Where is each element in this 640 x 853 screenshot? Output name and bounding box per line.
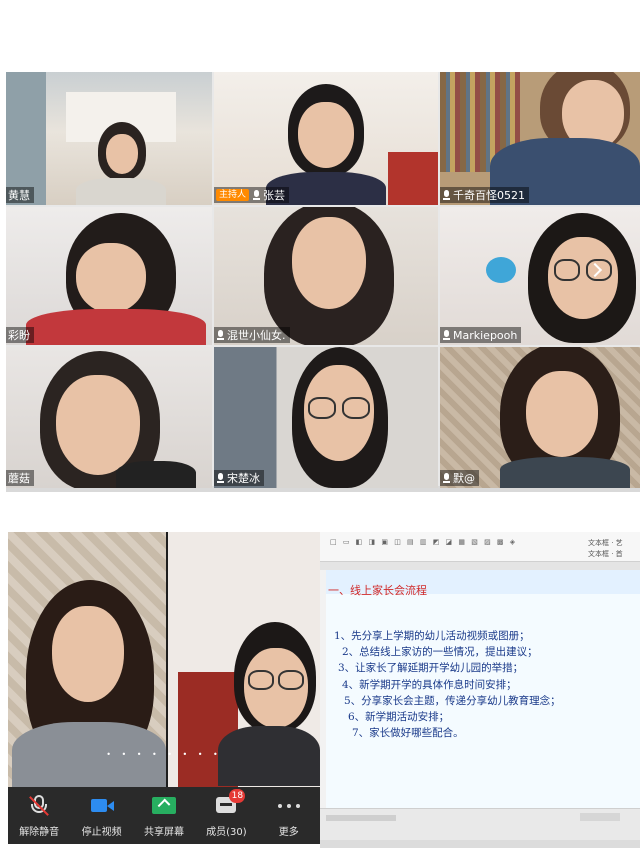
participant-name: 千奇百怪0521 — [453, 189, 525, 202]
list-item: 3、让家长了解延期开学幼儿园的举措； — [338, 662, 524, 675]
list-item: 6、新学期活动安排； — [348, 710, 450, 723]
video-camera-icon — [89, 795, 115, 817]
video-tile[interactable]: 主持人 张芸 — [214, 72, 438, 205]
mic-icon — [252, 189, 261, 201]
participant-name-tag: Markiepooh — [440, 327, 522, 343]
meeting-phone-screenshot: • • • • • • • • 解除静音 停止视频 共享屏幕 18 成员(30)… — [8, 532, 320, 844]
share-screen-button[interactable]: 共享屏幕 — [134, 795, 194, 838]
unmute-button[interactable]: 解除静音 — [9, 795, 69, 838]
status-bar — [320, 808, 640, 848]
video-grid-screenshot: 黄慧 主持人 张芸 千奇百怪0521 彩盼 混世小仙女. Markiepooh … — [6, 72, 640, 492]
video-tile[interactable]: Markiepooh — [440, 207, 640, 345]
participant-name-tag: 蘑菇 — [6, 470, 34, 486]
mic-icon — [216, 329, 225, 341]
video-tile[interactable]: 蘑菇 — [6, 347, 212, 488]
video-tile[interactable]: 混世小仙女. — [214, 207, 438, 345]
meeting-toolbar: 解除静音 停止视频 共享屏幕 18 成员(30) 更多 — [8, 787, 320, 844]
page-indicator: • • • • • • • • — [106, 750, 222, 759]
ribbon-label[interactable]: 文本框 · 首 — [588, 549, 623, 559]
participant-name: 彩盼 — [8, 329, 30, 342]
list-item: 2、总结线上家访的一些情况，提出建议； — [342, 646, 538, 659]
participant-name: 混世小仙女. — [227, 329, 286, 342]
video-tile[interactable]: 宋楚冰 — [214, 347, 438, 488]
video-grid: 黄慧 主持人 张芸 千奇百怪0521 彩盼 混世小仙女. Markiepooh … — [6, 72, 640, 488]
more-button[interactable]: 更多 — [259, 795, 319, 838]
members-button[interactable]: 18 成员(30) — [196, 789, 256, 838]
more-icon — [276, 795, 302, 817]
mic-muted-icon — [26, 795, 52, 817]
list-item: 1、先分享上学期的幼儿活动视频或图册； — [334, 630, 530, 642]
more-label: 更多 — [278, 827, 299, 838]
video-tile[interactable]: 千奇百怪0521 — [440, 72, 640, 205]
participant-name-tag: 黄慧 — [6, 187, 34, 203]
document-title: 一、线上家长会流程 — [328, 584, 427, 597]
participant-name: 黄慧 — [8, 189, 30, 202]
list-item: 7、家长做好哪些配合。 — [352, 727, 464, 740]
participant-name-tag: 宋楚冰 — [214, 470, 264, 486]
document-list: 1、先分享上学期的幼儿活动视频或图册； 2、总结线上家访的一些情况，提出建议； … — [334, 628, 640, 741]
stop-video-button[interactable]: 停止视频 — [72, 795, 132, 838]
video-tile[interactable] — [8, 532, 166, 787]
mic-icon — [442, 329, 451, 341]
mic-icon — [442, 189, 451, 201]
participant-name-tag: 主持人 张芸 — [214, 187, 290, 203]
share-screen-label: 共享屏幕 — [143, 827, 184, 838]
ribbon-tools[interactable]: □ ▭ ◧ ◨ ▣ ◫ ▤ ▥ ◩ ◪ ▦ ▧ ▨ ▩ ◈ — [330, 538, 517, 546]
participant-name: Markiepooh — [453, 328, 518, 342]
share-screen-icon — [151, 795, 177, 817]
participant-name-tag: 彩盼 — [6, 327, 34, 343]
list-item: 5、分享家长会主题，传递分享幼儿教育理念； — [344, 694, 561, 707]
participant-name-tag: 默@ — [440, 470, 479, 486]
host-badge: 主持人 — [216, 189, 250, 201]
shared-document-screenshot: □ ▭ ◧ ◨ ▣ ◫ ▤ ▥ ◩ ◪ ▦ ▧ ▨ ▩ ◈ 文本框 · 艺 文本… — [320, 532, 640, 848]
collage-page: 黄慧 主持人 张芸 千奇百怪0521 彩盼 混世小仙女. Markiepooh … — [0, 0, 640, 853]
list-item: 4、新学期开学的具体作息时间安排； — [342, 678, 517, 691]
members-icon: 18 — [213, 789, 246, 817]
mic-icon — [442, 472, 451, 484]
participant-name-tag: 千奇百怪0521 — [440, 187, 529, 203]
participant-name: 默@ — [453, 472, 475, 485]
participant-name: 蘑菇 — [8, 472, 30, 485]
video-tile[interactable]: 彩盼 — [6, 207, 212, 345]
participant-name: 宋楚冰 — [227, 472, 260, 485]
editor-ribbon: □ ▭ ◧ ◨ ▣ ◫ ▤ ▥ ◩ ◪ ▦ ▧ ▨ ▩ ◈ 文本框 · 艺 文本… — [320, 532, 640, 562]
video-tile[interactable]: 默@ — [440, 347, 640, 488]
members-label: 成员(30) — [206, 827, 247, 838]
video-tile[interactable]: 黄慧 — [6, 72, 212, 205]
mic-icon — [216, 472, 225, 484]
ribbon-label[interactable]: 文本框 · 艺 — [588, 538, 623, 548]
video-tile[interactable] — [168, 532, 320, 787]
unmute-label: 解除静音 — [19, 827, 60, 838]
stop-video-label: 停止视频 — [81, 827, 122, 838]
ruler — [320, 562, 640, 570]
members-badge: 18 — [229, 789, 246, 803]
participant-name-tag: 混世小仙女. — [214, 327, 290, 343]
participant-name: 张芸 — [263, 189, 286, 202]
